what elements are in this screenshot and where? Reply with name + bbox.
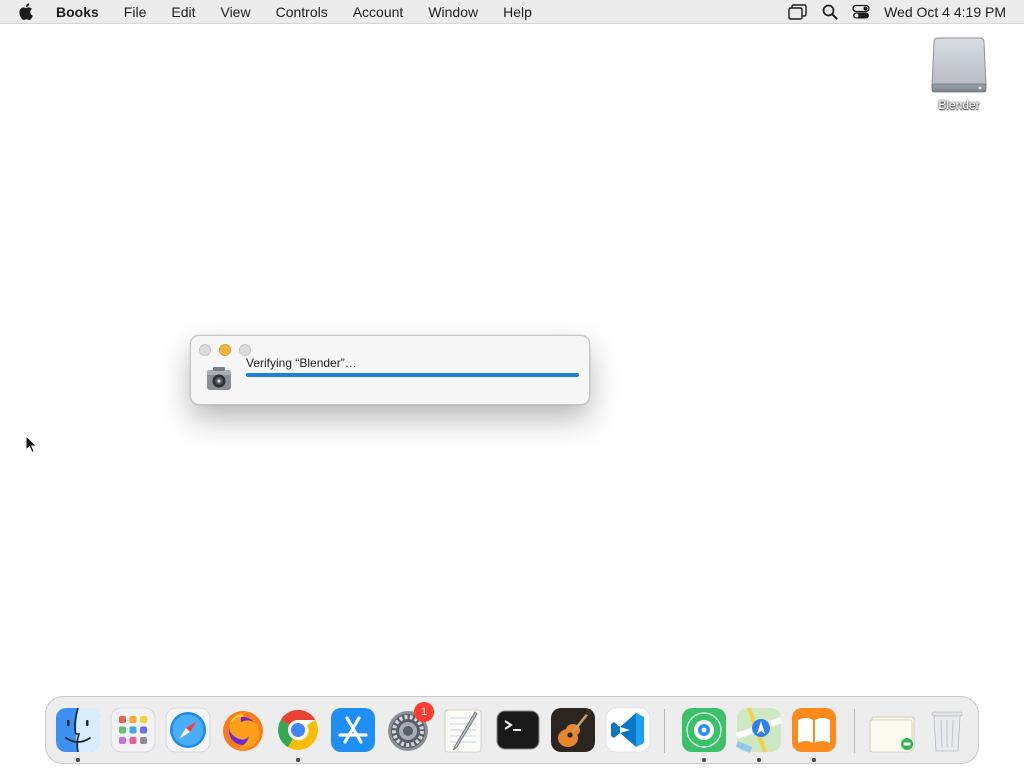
disk-image-icon xyxy=(922,34,996,96)
textedit-icon[interactable] xyxy=(439,706,487,754)
books-icon[interactable] xyxy=(790,706,838,754)
app-store-icon[interactable] xyxy=(329,706,377,754)
dock: 1 xyxy=(45,696,979,764)
menu-app-name[interactable]: Books xyxy=(56,4,99,20)
disk-label: Blender xyxy=(938,98,980,112)
running-indicator xyxy=(757,758,761,762)
firefox-icon[interactable] xyxy=(219,706,267,754)
safari-icon[interactable] xyxy=(164,706,212,754)
chrome-icon[interactable] xyxy=(274,706,322,754)
dock-separator xyxy=(664,709,665,753)
control-center-icon[interactable] xyxy=(852,4,870,20)
security-lock-icon xyxy=(204,364,234,394)
trash-icon[interactable] xyxy=(923,706,971,754)
running-indicator xyxy=(702,758,706,762)
finder-icon[interactable] xyxy=(54,706,102,754)
minimize-button[interactable] xyxy=(219,344,231,356)
desktop-disk-blender[interactable]: Blender xyxy=(922,34,996,112)
zoom-button[interactable] xyxy=(239,344,251,356)
launchpad-icon[interactable] xyxy=(109,706,157,754)
verify-dialog: Verifying “Blender”… xyxy=(190,335,590,405)
downloads-stack-icon[interactable] xyxy=(868,706,916,754)
verify-status-text: Verifying “Blender”… xyxy=(246,356,357,370)
menu-edit[interactable]: Edit xyxy=(171,4,195,20)
find-my-icon[interactable] xyxy=(680,706,728,754)
verify-progress-bar xyxy=(246,373,579,377)
system-settings-icon[interactable]: 1 xyxy=(384,702,434,754)
menu-help[interactable]: Help xyxy=(503,4,532,20)
apple-logo-icon[interactable] xyxy=(18,3,34,20)
menu-controls[interactable]: Controls xyxy=(276,4,328,20)
running-indicator xyxy=(76,758,80,762)
notification-badge: 1 xyxy=(414,702,434,722)
menu-view[interactable]: View xyxy=(220,4,250,20)
running-indicator xyxy=(812,758,816,762)
vscode-icon[interactable] xyxy=(604,706,652,754)
menu-bar: Books File Edit View Controls Account Wi… xyxy=(0,0,1024,24)
garageband-icon[interactable] xyxy=(549,706,597,754)
screen-mirroring-icon[interactable] xyxy=(788,4,808,20)
close-button[interactable] xyxy=(199,344,211,356)
dock-separator xyxy=(854,709,855,753)
progress-fill xyxy=(246,373,579,377)
menu-bar-clock[interactable]: Wed Oct 4 4:19 PM xyxy=(884,4,1006,20)
terminal-icon[interactable] xyxy=(494,706,542,754)
maps-icon[interactable] xyxy=(735,706,783,754)
mouse-pointer-icon xyxy=(25,435,39,455)
menu-window[interactable]: Window xyxy=(428,4,478,20)
running-indicator xyxy=(296,758,300,762)
menu-file[interactable]: File xyxy=(124,4,147,20)
menu-account[interactable]: Account xyxy=(353,4,404,20)
spotlight-search-icon[interactable] xyxy=(822,4,838,20)
